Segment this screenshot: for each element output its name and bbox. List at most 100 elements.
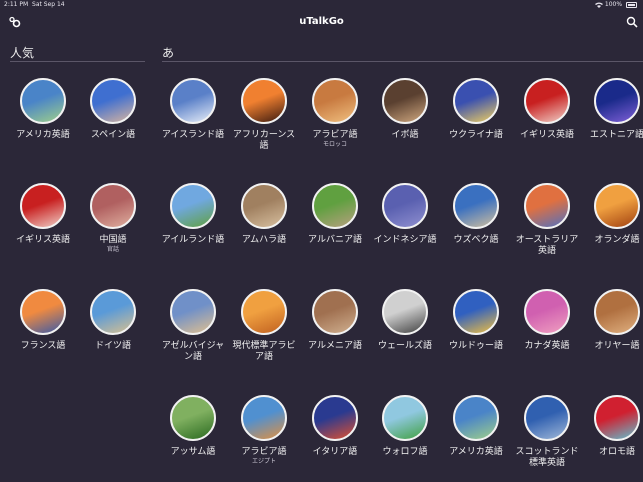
iceland-snow-icon: [170, 78, 216, 124]
language-tile[interactable]: エストニア語: [582, 78, 643, 141]
florence-dome-icon: [312, 395, 358, 441]
red-telephone-box-icon: [20, 183, 66, 229]
app-title: uTalkGo: [299, 16, 344, 27]
golden-domes-icon: [453, 78, 499, 124]
language-tile[interactable]: ウェールズ語: [370, 289, 440, 352]
language-label: スコットランド標準英語: [515, 447, 579, 468]
colorful-boats-icon: [594, 395, 640, 441]
fort-icon: [453, 289, 499, 335]
language-tile[interactable]: アルメニア語: [300, 289, 370, 352]
language-tile[interactable]: ウォロフ語: [370, 395, 440, 458]
language-label: オーストラリア英語: [515, 235, 579, 256]
language-tile[interactable]: スペイン語: [78, 78, 148, 141]
language-tile[interactable]: アッサム語: [158, 395, 228, 458]
eiffel-tower-icon: [20, 289, 66, 335]
language-tile[interactable]: イボ語: [370, 78, 440, 141]
desert-hill-icon: [170, 289, 216, 335]
language-label: アラビア語: [312, 130, 358, 140]
green-hills-icon: [312, 183, 358, 229]
language-tile[interactable]: アイスランド語: [158, 78, 228, 141]
language-label: アメリカ英語: [449, 447, 503, 457]
section-divider-a: [162, 61, 643, 62]
language-label: アッサム語: [170, 447, 216, 457]
language-label: カナダ英語: [524, 341, 570, 351]
mosque-dome-icon: [453, 183, 499, 229]
language-tile[interactable]: アムハラ語: [229, 183, 299, 246]
language-tile[interactable]: アラビア語 エジプト: [229, 395, 299, 465]
language-label: イギリス英語: [15, 235, 70, 245]
moroccan-town-icon: [312, 78, 358, 124]
language-tile[interactable]: 中国語 官話: [78, 183, 148, 253]
statue-of-liberty-icon: [20, 78, 66, 124]
section-divider-popular: [10, 61, 145, 62]
language-tile[interactable]: オーストラリア英語: [512, 183, 582, 257]
language-label: アイスランド語: [161, 130, 225, 140]
terracotta-warriors-icon: [90, 183, 136, 229]
language-label: ウクライナ語: [449, 130, 503, 140]
language-tile[interactable]: アゼルバイジャン語: [158, 289, 228, 363]
temple-icon: [382, 183, 428, 229]
language-label: アゼルバイジャン語: [161, 341, 225, 362]
language-label: イボ語: [391, 130, 419, 140]
language-tile[interactable]: アフリカーンス語: [229, 78, 299, 152]
language-tile[interactable]: ドイツ語: [78, 289, 148, 352]
section-title-popular: 人気: [10, 46, 35, 60]
language-tile[interactable]: スコットランド標準英語: [512, 395, 582, 469]
language-label: アムハラ語: [241, 235, 287, 245]
language-label: フランス語: [20, 341, 66, 351]
language-sublabel: エジプト: [251, 458, 276, 465]
language-label: スペイン語: [90, 130, 136, 140]
language-label: アメリカ英語: [16, 130, 70, 140]
pyramids-icon: [241, 395, 287, 441]
language-label: ウォロフ語: [382, 447, 428, 457]
language-label: アルバニア語: [308, 235, 362, 245]
language-label: ウェールズ語: [377, 341, 432, 351]
language-tile[interactable]: アラビア語 モロッコ: [300, 78, 370, 148]
language-tile[interactable]: アメリカ英語: [441, 395, 511, 458]
language-tile[interactable]: オランダ語: [582, 183, 643, 246]
language-label: アフリカーンス語: [232, 130, 296, 151]
language-tile[interactable]: オロモ語: [582, 395, 643, 458]
language-label: アルメニア語: [308, 341, 362, 351]
language-tile[interactable]: イギリス英語: [512, 78, 582, 141]
armenian-church-icon: [312, 289, 358, 335]
language-label: エストニア語: [589, 130, 643, 140]
language-tile[interactable]: カナダ英語: [512, 289, 582, 352]
status-time: 2:11 PM: [4, 1, 29, 8]
irish-castle-icon: [170, 183, 216, 229]
language-label: オリヤー語: [594, 341, 640, 351]
language-tile[interactable]: イタリア語: [300, 395, 370, 458]
section-title-a: あ: [162, 46, 175, 60]
language-tile[interactable]: フランス語: [8, 289, 78, 352]
language-tile[interactable]: ウルドゥー語: [441, 289, 511, 352]
nav-bar: uTalkGo: [0, 9, 643, 35]
language-tile[interactable]: アルバニア語: [300, 183, 370, 246]
desert-camels-icon: [241, 289, 287, 335]
language-label: 現代標準アラビア語: [232, 341, 296, 362]
language-label: オロモ語: [598, 447, 635, 457]
language-tile[interactable]: オリヤー語: [582, 289, 643, 352]
brandenburg-gate-icon: [90, 289, 136, 335]
language-tile[interactable]: インドネシア語: [370, 183, 440, 246]
language-label: アラビア語: [241, 447, 287, 457]
wifi-icon: [595, 2, 603, 8]
status-bar: 2:11 PM Sat Sep 14 100%: [0, 0, 643, 9]
night-city-icon: [594, 78, 640, 124]
search-icon[interactable]: [626, 16, 638, 28]
green-fields-icon: [382, 395, 428, 441]
language-tile[interactable]: ウクライナ語: [441, 78, 511, 141]
language-tile[interactable]: ウズベク語: [441, 183, 511, 246]
language-tile[interactable]: 現代標準アラビア語: [229, 289, 299, 363]
language-label: アイルランド語: [161, 235, 225, 245]
tea-garden-icon: [170, 395, 216, 441]
battery-icon: [626, 1, 637, 8]
madrid-gate-icon: [90, 78, 136, 124]
welsh-letters-icon: [382, 289, 428, 335]
language-label: ドイツ語: [94, 341, 131, 351]
language-tile[interactable]: アイルランド語: [158, 183, 228, 246]
language-label: オランダ語: [594, 235, 640, 245]
language-sublabel: 官話: [106, 246, 119, 253]
language-tile[interactable]: アメリカ英語: [8, 78, 78, 141]
windmill-icon: [594, 183, 640, 229]
language-tile[interactable]: イギリス英語: [8, 183, 78, 246]
